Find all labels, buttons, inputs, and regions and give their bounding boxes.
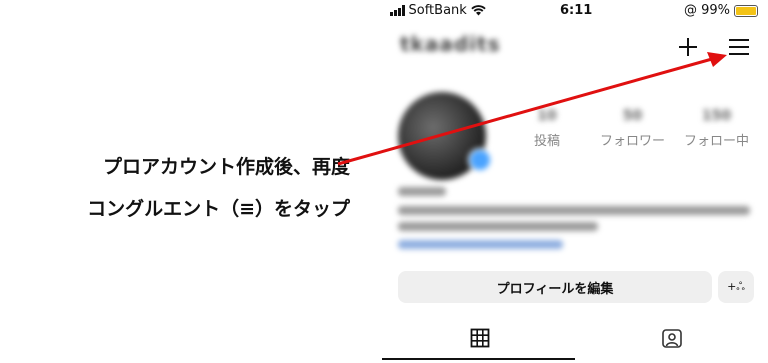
stat-followers-label: フォロワー — [600, 134, 666, 149]
stat-followers-value: 50 — [622, 108, 643, 124]
bio-text — [398, 206, 750, 215]
signal-icon — [390, 5, 405, 16]
status-bar: SoftBank 6:11 @ 99% — [382, 0, 768, 22]
stat-posts[interactable]: 10 投稿 — [534, 108, 560, 149]
tagged-person-icon[interactable] — [661, 327, 683, 349]
bio-name — [398, 187, 446, 196]
plus-icon[interactable] — [677, 36, 699, 58]
instruction-line-2: コングルエント（≡）をタップ — [87, 198, 350, 220]
stat-following-value: 150 — [701, 108, 732, 124]
phone-screen: SoftBank 6:11 @ 99% tkaadits 10 投稿 50 フォ… — [382, 0, 768, 363]
hamburger-menu-icon[interactable] — [728, 37, 750, 57]
bio-link[interactable] — [398, 240, 563, 249]
status-time: 6:11 — [560, 3, 593, 18]
carrier-name: SoftBank — [408, 3, 467, 18]
stat-posts-value: 10 — [537, 108, 557, 124]
add-story-badge[interactable] — [468, 148, 492, 172]
stat-posts-label: 投稿 — [534, 134, 561, 149]
wifi-icon — [471, 5, 486, 16]
discover-people-button[interactable]: +ஃ — [718, 271, 754, 303]
stat-following[interactable]: 150 フォロー中 — [684, 108, 749, 149]
active-tab-indicator — [382, 358, 575, 360]
instruction-line-1: プロアカウント作成後、再度 — [102, 156, 350, 178]
stat-followers[interactable]: 50 フォロワー — [600, 108, 665, 149]
grid-icon[interactable] — [470, 328, 490, 348]
battery-percent: @ 99% — [683, 3, 730, 18]
profile-username[interactable]: tkaadits — [400, 32, 501, 56]
edit-profile-button[interactable]: プロフィールを編集 — [398, 271, 712, 303]
battery-icon — [734, 4, 758, 17]
stat-following-label: フォロー中 — [684, 134, 750, 149]
bio-text — [398, 222, 598, 231]
